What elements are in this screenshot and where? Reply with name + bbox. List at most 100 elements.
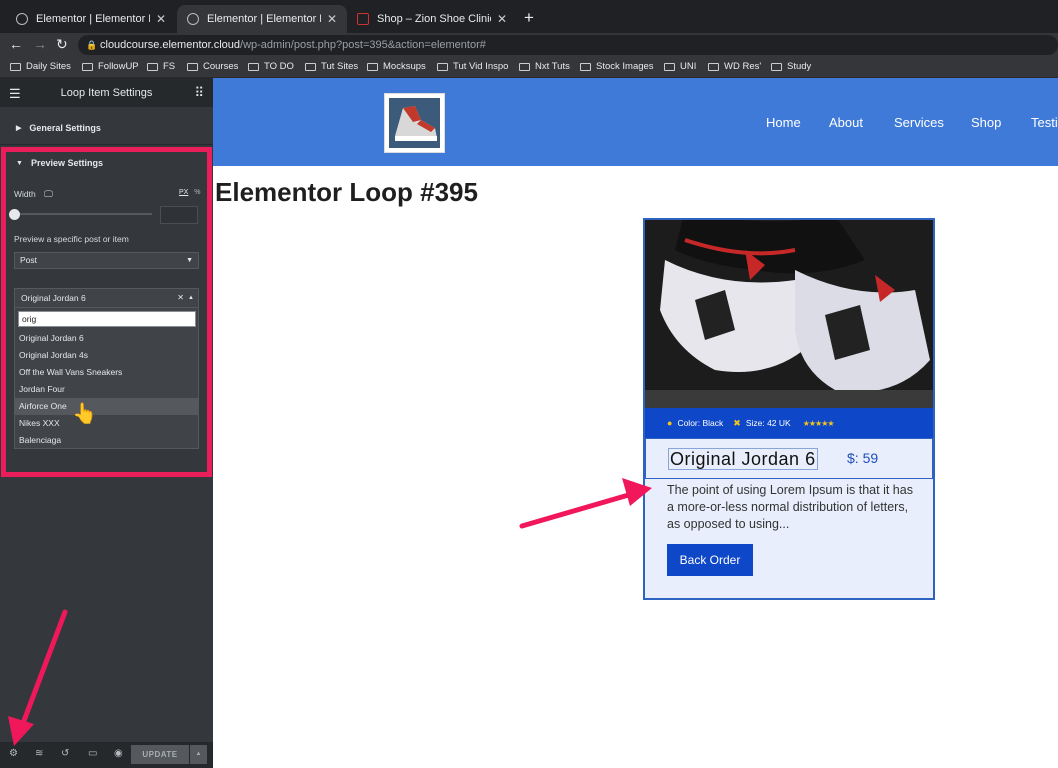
panel-header: ☰ Loop Item Settings ⠿ bbox=[0, 78, 213, 107]
section-label: General Settings bbox=[29, 123, 101, 133]
bookmark-folder[interactable]: Nxt Tuts bbox=[519, 61, 570, 72]
lock-icon: 🔒 bbox=[86, 40, 98, 50]
back-order-button[interactable]: Back Order bbox=[667, 544, 753, 576]
product-card-body: Original Jordan 6 $: 59 The point of usi… bbox=[645, 438, 933, 598]
product-description: The point of using Lorem Ipsum is that i… bbox=[667, 483, 913, 531]
sneaker-photo bbox=[645, 220, 933, 408]
tab-title: Elementor | Elementor Loop Ite bbox=[36, 13, 150, 25]
url-host: cloudcourse.elementor.cloud bbox=[100, 39, 241, 51]
close-icon[interactable]: ✕ bbox=[497, 12, 507, 26]
palette-icon: ● bbox=[667, 418, 673, 428]
bookmark-folder[interactable]: Tut Vid Inspo bbox=[437, 61, 508, 72]
bookmark-label: TO DO bbox=[264, 61, 294, 72]
bookmark-folder[interactable]: TO DO bbox=[248, 61, 294, 72]
folder-icon bbox=[248, 62, 259, 71]
close-icon[interactable]: ✕ bbox=[156, 12, 166, 26]
bookmark-label: Tut Sites bbox=[321, 61, 359, 72]
size-icon: ✖ bbox=[733, 417, 741, 428]
browser-tab[interactable]: Elementor | Elementor Loop Ite ✕ bbox=[6, 5, 176, 33]
reload-icon[interactable]: ↻ bbox=[56, 36, 68, 53]
elementor-panel: ☰ Loop Item Settings ⠿ ▶ General Setting… bbox=[0, 78, 213, 768]
bookmark-label: Nxt Tuts bbox=[535, 61, 570, 72]
url-path: /wp-admin/post.php?post=395&action=eleme… bbox=[240, 39, 486, 51]
nav-shop[interactable]: Shop bbox=[971, 115, 1001, 130]
folder-icon bbox=[10, 62, 21, 71]
bookmark-label: Stock Images bbox=[596, 61, 654, 72]
globe-icon bbox=[187, 13, 199, 25]
bookmark-label: Daily Sites bbox=[26, 61, 71, 72]
close-icon[interactable]: ✕ bbox=[327, 12, 337, 26]
nav-testimonials[interactable]: Testi bbox=[1031, 115, 1058, 130]
bookmark-folder[interactable]: Stock Images bbox=[580, 61, 654, 72]
globe-icon bbox=[16, 13, 28, 25]
widgets-grid-icon[interactable]: ⠿ bbox=[194, 85, 204, 101]
bookmark-label: UNI bbox=[680, 61, 697, 72]
color-label: Color: Black bbox=[677, 418, 724, 428]
nav-services[interactable]: Services bbox=[894, 115, 944, 130]
preview-eye-icon[interactable]: ◉ bbox=[114, 748, 123, 759]
product-price: $: 59 bbox=[847, 450, 879, 466]
title-row: Original Jordan 6 $: 59 bbox=[645, 438, 933, 479]
hamburger-menu-icon[interactable]: ☰ bbox=[9, 86, 21, 102]
bookmark-folder[interactable]: Mocksups bbox=[367, 61, 426, 72]
forward-arrow-icon[interactable]: → bbox=[33, 36, 47, 52]
history-icon[interactable]: ↺ bbox=[61, 748, 69, 759]
layers-icon[interactable]: ≋ bbox=[35, 748, 43, 759]
general-settings-section[interactable]: ▶ General Settings bbox=[0, 115, 213, 141]
divider bbox=[0, 144, 213, 145]
bookmark-label: WD Res' bbox=[724, 61, 762, 72]
tab-title: Elementor | Elementor Loop #3 bbox=[207, 13, 321, 25]
star-rating-icon: ★★★★★ bbox=[802, 418, 835, 428]
bookmark-label: Study bbox=[787, 61, 812, 72]
folder-icon bbox=[437, 62, 448, 71]
bookmark-folder[interactable]: UNI bbox=[664, 61, 696, 72]
bookmark-folder[interactable]: Study bbox=[771, 61, 811, 72]
nav-home[interactable]: Home bbox=[766, 115, 801, 130]
folder-icon bbox=[708, 62, 719, 71]
bookmark-label: FS bbox=[163, 61, 176, 72]
bookmark-folder[interactable]: FS bbox=[147, 61, 175, 72]
product-meta-bar: ● Color: Black ✖ Size: 42 UK ★★★★★ bbox=[645, 408, 933, 438]
responsive-mode-icon[interactable]: ▭ bbox=[88, 748, 97, 759]
settings-gear-icon[interactable]: ⚙ bbox=[9, 748, 18, 759]
folder-icon bbox=[82, 62, 93, 71]
update-button[interactable]: UPDATE bbox=[131, 745, 189, 764]
browser-tab-active[interactable]: Elementor | Elementor Loop #3 ✕ bbox=[177, 5, 347, 33]
annotation-highlight-box bbox=[1, 147, 212, 477]
folder-icon bbox=[147, 62, 158, 71]
folder-icon bbox=[305, 62, 316, 71]
folder-icon bbox=[664, 62, 675, 71]
browser-tab-bar: Elementor | Elementor Loop Ite ✕ Element… bbox=[0, 0, 1058, 33]
sneaker-logo-icon bbox=[389, 98, 440, 148]
product-title[interactable]: Original Jordan 6 bbox=[668, 448, 818, 470]
site-logo[interactable] bbox=[384, 93, 445, 153]
bookmark-folder[interactable]: FollowUP bbox=[82, 61, 139, 72]
bookmark-folder[interactable]: Tut Sites bbox=[305, 61, 358, 72]
update-options-caret[interactable]: ▲ bbox=[190, 745, 207, 764]
bookmark-folder[interactable]: Courses bbox=[187, 61, 238, 72]
browser-tab[interactable]: Shop – Zion Shoe Clinic ✕ bbox=[347, 5, 517, 33]
page-title: Elementor Loop #395 bbox=[215, 177, 478, 207]
page-preview: Home About Services Shop Testi Elementor… bbox=[213, 78, 1058, 768]
browser-toolbar: ← → ↻ 🔒 cloudcourse.elementor.cloud/wp-a… bbox=[0, 33, 1058, 57]
address-bar[interactable]: 🔒 cloudcourse.elementor.cloud/wp-admin/p… bbox=[78, 35, 1058, 55]
folder-icon bbox=[519, 62, 530, 71]
back-arrow-icon[interactable]: ← bbox=[9, 36, 23, 52]
panel-footer: ⚙ ≋ ↺ ▭ ◉ UPDATE ▲ bbox=[0, 742, 213, 768]
bookmark-label: Courses bbox=[203, 61, 239, 72]
size-label: Size: 42 UK bbox=[745, 418, 791, 428]
hand-cursor-icon: 👆 bbox=[72, 403, 97, 425]
product-loop-card[interactable]: ● Color: Black ✖ Size: 42 UK ★★★★★ Origi… bbox=[643, 218, 935, 600]
new-tab-button[interactable]: + bbox=[524, 8, 534, 28]
folder-icon bbox=[771, 62, 782, 71]
bookmark-folder[interactable]: Daily Sites bbox=[10, 61, 71, 72]
nav-about[interactable]: About bbox=[829, 115, 863, 130]
bookmark-label: Tut Vid Inspo bbox=[453, 61, 509, 72]
caret-right-icon: ▶ bbox=[16, 125, 22, 132]
bookmark-label: Mocksups bbox=[383, 61, 426, 72]
folder-icon bbox=[187, 62, 198, 71]
tab-title: Shop – Zion Shoe Clinic bbox=[377, 13, 491, 25]
bookmark-folder[interactable]: WD Res' bbox=[708, 61, 761, 72]
panel-title: Loop Item Settings bbox=[60, 86, 153, 99]
product-image[interactable] bbox=[645, 220, 933, 408]
